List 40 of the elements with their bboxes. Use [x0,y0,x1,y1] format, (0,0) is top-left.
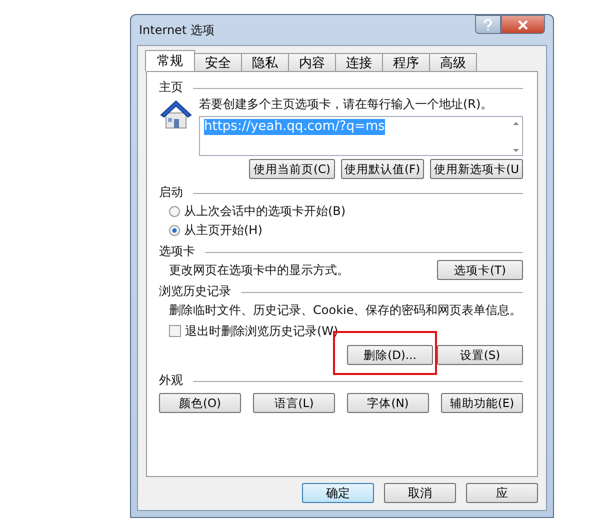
appearance-button[interactable]: 字体(N) [347,393,429,413]
appearance-button[interactable]: 颜色(O) [159,393,241,413]
section-heading: 浏览历史记录 [159,282,231,300]
help-icon [483,18,493,30]
close-button[interactable] [501,15,545,34]
history-button[interactable]: 设置(S) [437,345,523,365]
checkbox-label: 退出时删除浏览历史记录(W) [185,322,338,340]
dialog-button[interactable]: 应 [466,483,538,503]
radio-button[interactable] [169,206,180,216]
radio-label: 从上次会话中的选项卡开始(B) [184,202,346,220]
homepage-button[interactable]: 使用新选项卡(U [430,159,523,179]
tab[interactable]: 程序 [382,53,430,71]
help-button[interactable] [475,15,501,34]
tab[interactable]: 隐私 [241,53,289,71]
history-button[interactable]: 删除(D)... [347,345,433,365]
appearance-button[interactable]: 辅助功能(E) [441,393,523,413]
section-heading: 外观 [159,372,183,388]
section-heading: 主页 [159,78,183,96]
dialog-button[interactable]: 确定 [302,483,374,503]
tab[interactable]: 高级 [429,53,477,71]
tab[interactable]: 常规 [145,50,195,71]
window-title: Internet 选项 [139,22,214,38]
dialog-button[interactable]: 取消 [384,483,456,503]
close-icon [517,20,529,30]
house-icon [159,98,193,130]
section-heading: 启动 [159,184,183,200]
section-heading: 选项卡 [159,242,195,260]
radio-label: 从主页开始(H) [184,222,262,238]
tab[interactable]: 安全 [194,53,242,71]
description-text: 删除临时文件、历史记录、Cookie、保存的密码和网页表单信息。 [169,303,522,317]
tabs-settings-button[interactable]: 选项卡(T) [437,260,523,280]
homepage-button[interactable]: 使用当前页(C) [249,159,334,179]
appearance-button[interactable]: 语言(L) [253,393,335,413]
tab[interactable]: 连接 [335,53,383,71]
homepage-hint: 若要创建多个主页选项卡，请在每行输入一个地址(R)。 [199,96,494,113]
homepage-button[interactable]: 使用默认值(F) [340,159,424,179]
tab[interactable]: 内容 [288,53,336,71]
radio-button[interactable] [169,224,180,236]
description-text: 更改网页在选项卡中的显示方式。 [169,262,349,278]
checkbox[interactable] [169,325,181,337]
